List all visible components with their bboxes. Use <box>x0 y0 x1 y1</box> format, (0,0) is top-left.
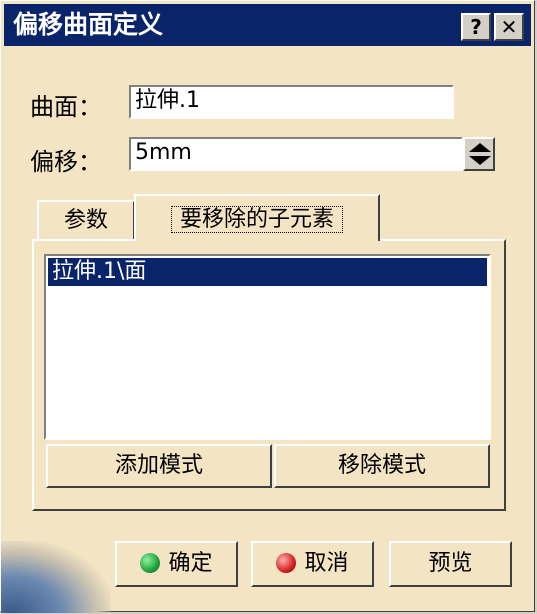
remove-mode-button[interactable]: 移除模式 <box>274 444 490 488</box>
sub-elements-list[interactable]: 拉伸.1\面 <box>44 254 491 440</box>
add-mode-button[interactable]: 添加模式 <box>46 444 272 488</box>
dialog-window: 偏移曲面定义 ? ✕ 曲面： 拉伸.1 偏移： 5mm 参数 要移除的子元素 拉… <box>0 0 535 613</box>
cancel-button[interactable]: 取消 <box>251 541 374 587</box>
tab-sub-elements-to-remove[interactable]: 要移除的子元素 <box>134 194 380 241</box>
red-dot-icon <box>276 553 297 573</box>
offset-input[interactable]: 5mm <box>129 137 463 171</box>
list-item[interactable]: 拉伸.1\面 <box>48 258 487 286</box>
dialog-title: 偏移曲面定义 <box>13 10 164 39</box>
offset-label: 偏移： <box>30 148 102 176</box>
ok-button[interactable]: 确定 <box>115 541 238 587</box>
cancel-label: 取消 <box>304 551 349 576</box>
spin-down-icon[interactable] <box>469 156 491 165</box>
help-button[interactable]: ? <box>461 13 491 41</box>
ok-label: 确定 <box>168 551 213 576</box>
green-dot-icon <box>140 553 161 573</box>
decorative-globe <box>1 541 111 613</box>
preview-button[interactable]: 预览 <box>389 541 512 587</box>
offset-spinner[interactable] <box>463 137 495 171</box>
surface-field[interactable]: 拉伸.1 <box>129 85 454 119</box>
tab-label: 要移除的子元素 <box>170 206 343 233</box>
close-button[interactable]: ✕ <box>494 13 524 41</box>
surface-label: 曲面： <box>30 93 102 121</box>
spin-up-icon[interactable] <box>469 143 491 152</box>
title-bar[interactable]: 偏移曲面定义 ? ✕ <box>4 4 531 46</box>
tab-parameters[interactable]: 参数 <box>37 200 135 239</box>
